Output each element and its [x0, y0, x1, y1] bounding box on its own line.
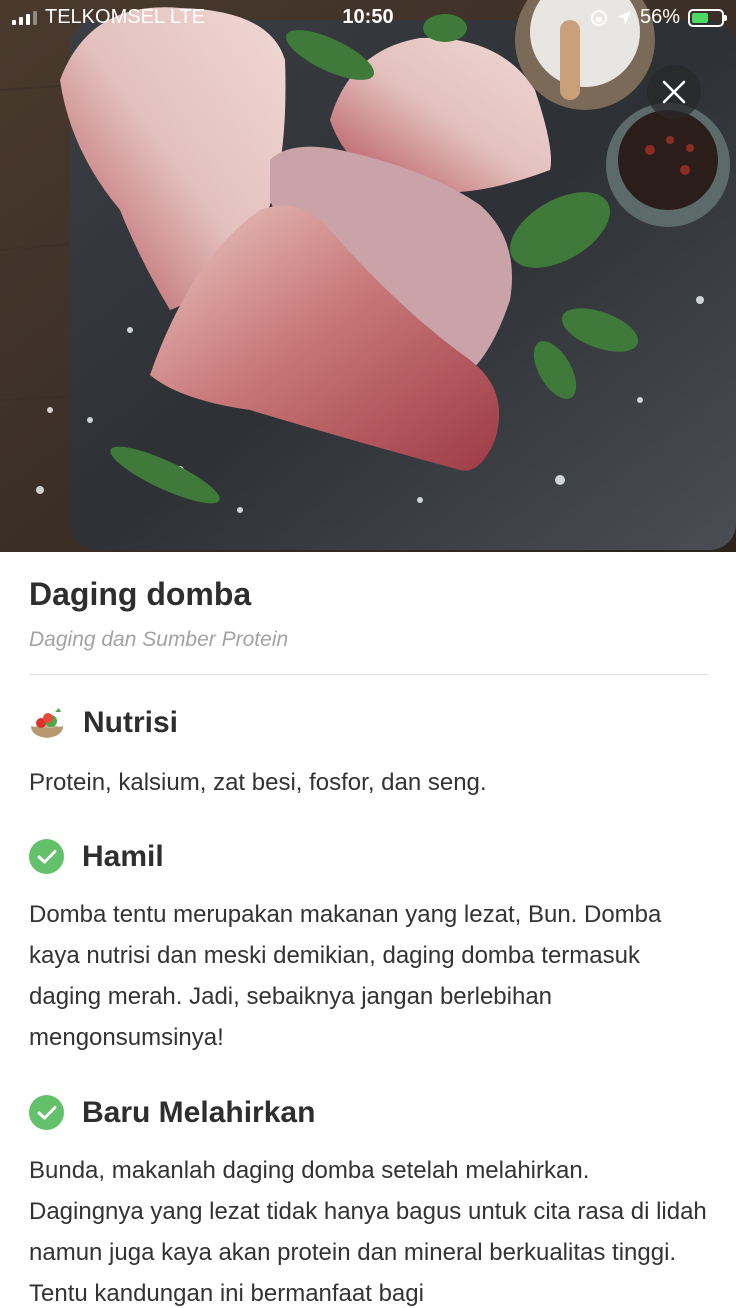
section-baru-melahirkan-heading: Baru Melahirkan — [29, 1095, 315, 1130]
location-icon — [616, 10, 631, 25]
section-hamil-text: Domba tentu merupakan makanan yang lezat… — [29, 901, 662, 1051]
section-nutrisi-label: Nutrisi — [83, 706, 179, 739]
section-hamil-label: Hamil — [82, 839, 164, 873]
close-icon — [662, 80, 686, 104]
food-title: Daging domba — [29, 576, 252, 612]
food-bowl-icon — [31, 708, 63, 738]
food-detail-content: Daging domba Daging dan Sumber Protein N… — [0, 552, 736, 1308]
status-bar: TELKOMSEL LTE 10:50 56% — [0, 0, 736, 36]
food-category: Daging dan Sumber Protein — [29, 628, 289, 651]
orientation-lock-icon — [590, 9, 607, 26]
check-circle-icon — [29, 839, 64, 874]
battery-icon — [688, 8, 727, 27]
food-photo — [0, 0, 736, 552]
section-nutrisi-text: Protein, kalsium, zat besi, fosfor, dan … — [29, 769, 487, 796]
section-hamil-heading: Hamil — [29, 839, 164, 874]
battery-level — [692, 12, 708, 23]
close-button[interactable] — [647, 65, 701, 119]
section-baru-melahirkan-label: Baru Melahirkan — [82, 1095, 316, 1129]
status-right: 56% — [590, 6, 727, 29]
check-circle-icon — [29, 1095, 64, 1130]
section-baru-melahirkan-text: Bunda, makanlah daging domba setelah mel… — [29, 1157, 707, 1307]
food-photo-illustration — [0, 0, 736, 552]
section-nutrisi-heading: Nutrisi — [29, 706, 178, 740]
battery-percent: 56% — [639, 6, 680, 28]
divider — [29, 674, 708, 675]
